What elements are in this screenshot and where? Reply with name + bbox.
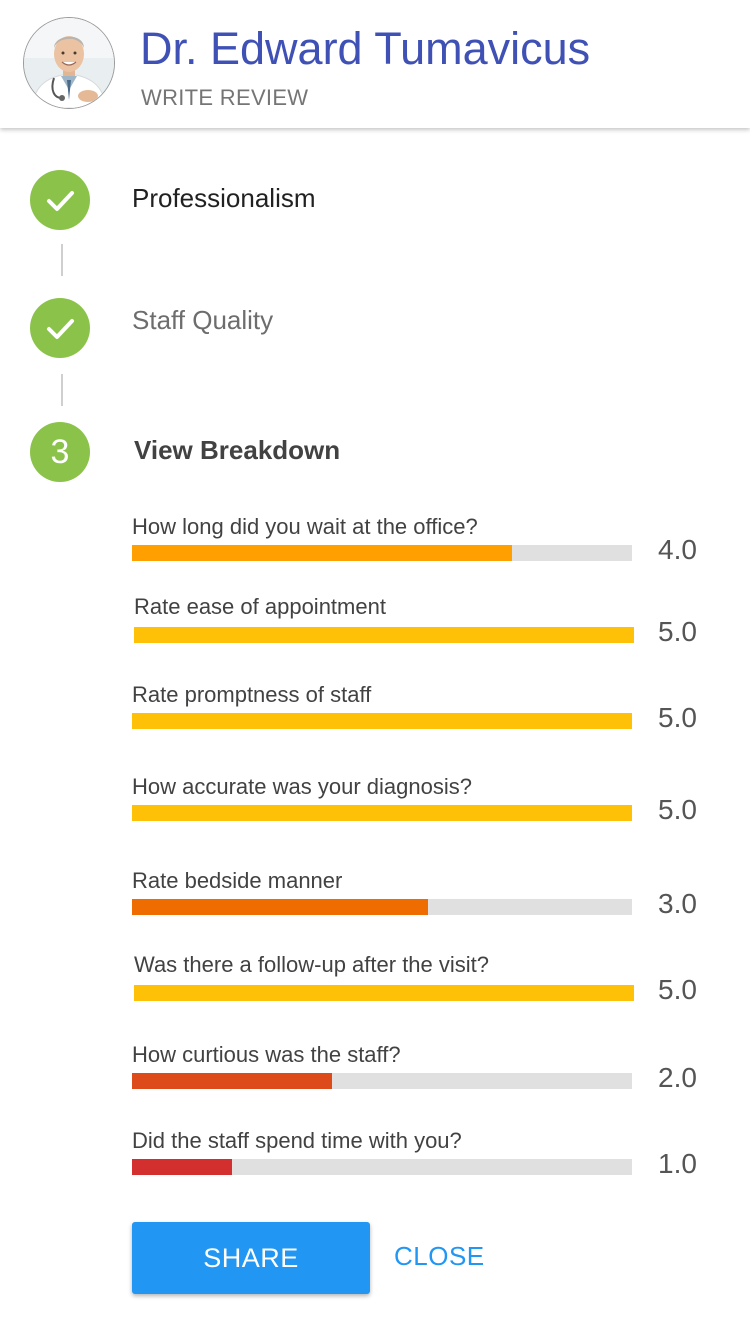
rating-bar-wait-time	[132, 545, 632, 561]
step-2-label[interactable]: Staff Quality	[132, 304, 273, 336]
rating-bar-fill	[132, 545, 512, 561]
share-button[interactable]: SHARE	[132, 1222, 370, 1294]
rating-bar-staff-promptness	[132, 713, 632, 729]
rating-bar-bedside-manner	[132, 899, 632, 915]
rating-bar-fill	[134, 985, 634, 1001]
page-subtitle: WRITE REVIEW	[141, 85, 309, 110]
rating-bar-fill	[132, 713, 632, 729]
rating-label-appointment-ease: Rate ease of appointment	[134, 594, 386, 619]
rating-label-staff-promptness: Rate promptness of staff	[132, 682, 372, 707]
step-2-complete-badge	[30, 298, 90, 358]
check-icon	[47, 191, 74, 211]
rating-value-staff-courtesy: 2.0	[658, 1062, 697, 1093]
rating-value-staff-time: 1.0	[658, 1148, 697, 1179]
rating-bar-diagnosis-accuracy	[132, 805, 632, 821]
step-3-number-badge: 3	[30, 422, 90, 482]
rating-label-staff-time: Did the staff spend time with you?	[132, 1128, 462, 1153]
step-connector	[61, 244, 63, 276]
app-header: Dr. Edward Tumavicus WRITE REVIEW	[0, 0, 750, 128]
rating-label-follow-up: Was there a follow-up after the visit?	[134, 952, 490, 977]
rating-value-wait-time: 4.0	[658, 534, 697, 565]
rating-bar-staff-courtesy	[132, 1073, 632, 1089]
doctor-portrait-icon	[24, 18, 114, 108]
rating-bar-follow-up	[134, 985, 634, 1001]
rating-label-wait-time: How long did you wait at the office?	[132, 514, 478, 539]
close-button[interactable]: CLOSE	[394, 1240, 485, 1272]
rating-label-staff-courtesy: How curtious was the staff?	[132, 1042, 401, 1067]
rating-value-appointment-ease: 5.0	[658, 616, 697, 647]
step-3-label: View Breakdown	[134, 435, 341, 465]
rating-bar-appointment-ease	[134, 627, 634, 643]
step-1-complete-badge	[30, 170, 90, 230]
doctor-name: Dr. Edward Tumavicus	[140, 23, 591, 74]
rating-bar-fill	[134, 627, 634, 643]
step-1-label[interactable]: Professionalism	[132, 182, 316, 214]
review-screen: Dr. Edward Tumavicus WRITE REVIEW Profes…	[0, 0, 750, 1334]
rating-bar-fill	[132, 1073, 332, 1089]
rating-bar-fill	[132, 899, 428, 915]
rating-label-diagnosis-accuracy: How accurate was your diagnosis?	[132, 774, 472, 799]
rating-bar-staff-time	[132, 1159, 632, 1175]
step-connector	[61, 374, 63, 406]
rating-label-bedside-manner: Rate bedside manner	[132, 868, 343, 893]
rating-bar-fill	[132, 805, 632, 821]
doctor-avatar	[23, 17, 115, 109]
rating-value-bedside-manner: 3.0	[658, 888, 697, 919]
rating-value-staff-promptness: 5.0	[658, 702, 697, 733]
check-icon	[47, 319, 74, 339]
rating-bar-fill	[132, 1159, 232, 1175]
rating-value-diagnosis-accuracy: 5.0	[658, 794, 697, 825]
rating-value-follow-up: 5.0	[658, 974, 697, 1005]
